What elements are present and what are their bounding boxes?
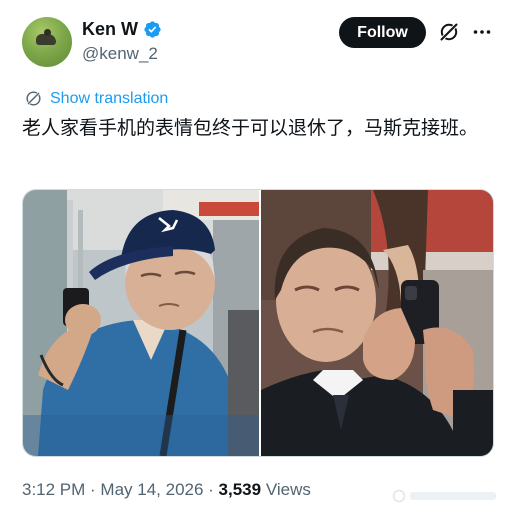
meta-separator: · <box>85 480 101 499</box>
media-images <box>23 190 493 456</box>
watermark <box>392 489 496 503</box>
show-translation-link[interactable]: Show translation <box>24 89 168 108</box>
views-label: Views <box>261 480 311 499</box>
meta-separator: · <box>203 480 219 499</box>
follow-button[interactable]: Follow <box>339 17 426 48</box>
author-name-row[interactable]: Ken W <box>82 18 162 40</box>
show-translation-label[interactable]: Show translation <box>50 90 168 108</box>
tweet-date[interactable]: May 14, 2026 <box>100 480 203 499</box>
tweet-metadata: 3:12 PM · May 14, 2026 · 3,539 Views <box>22 480 311 500</box>
more-options-icon[interactable] <box>470 20 494 44</box>
grok-icon[interactable] <box>437 20 461 44</box>
verified-badge-icon <box>144 20 161 38</box>
tweet-media[interactable] <box>22 189 494 457</box>
tweet-time[interactable]: 3:12 PM <box>22 480 85 499</box>
author-name[interactable]: Ken W <box>82 18 138 40</box>
photo-man-squinting-at-phone[interactable] <box>261 190 493 456</box>
photo-old-man-squinting-at-phone[interactable] <box>23 190 259 456</box>
views-count: 3,539 <box>218 480 262 499</box>
globe-translate-icon <box>26 91 41 106</box>
author-handle[interactable]: @kenw_2 <box>82 44 158 64</box>
avatar-figure-head <box>44 29 51 36</box>
tweet-text: 老人家看手机的表情包终于可以退休了，马斯克接班。 <box>22 117 479 139</box>
avatar[interactable] <box>22 17 72 67</box>
